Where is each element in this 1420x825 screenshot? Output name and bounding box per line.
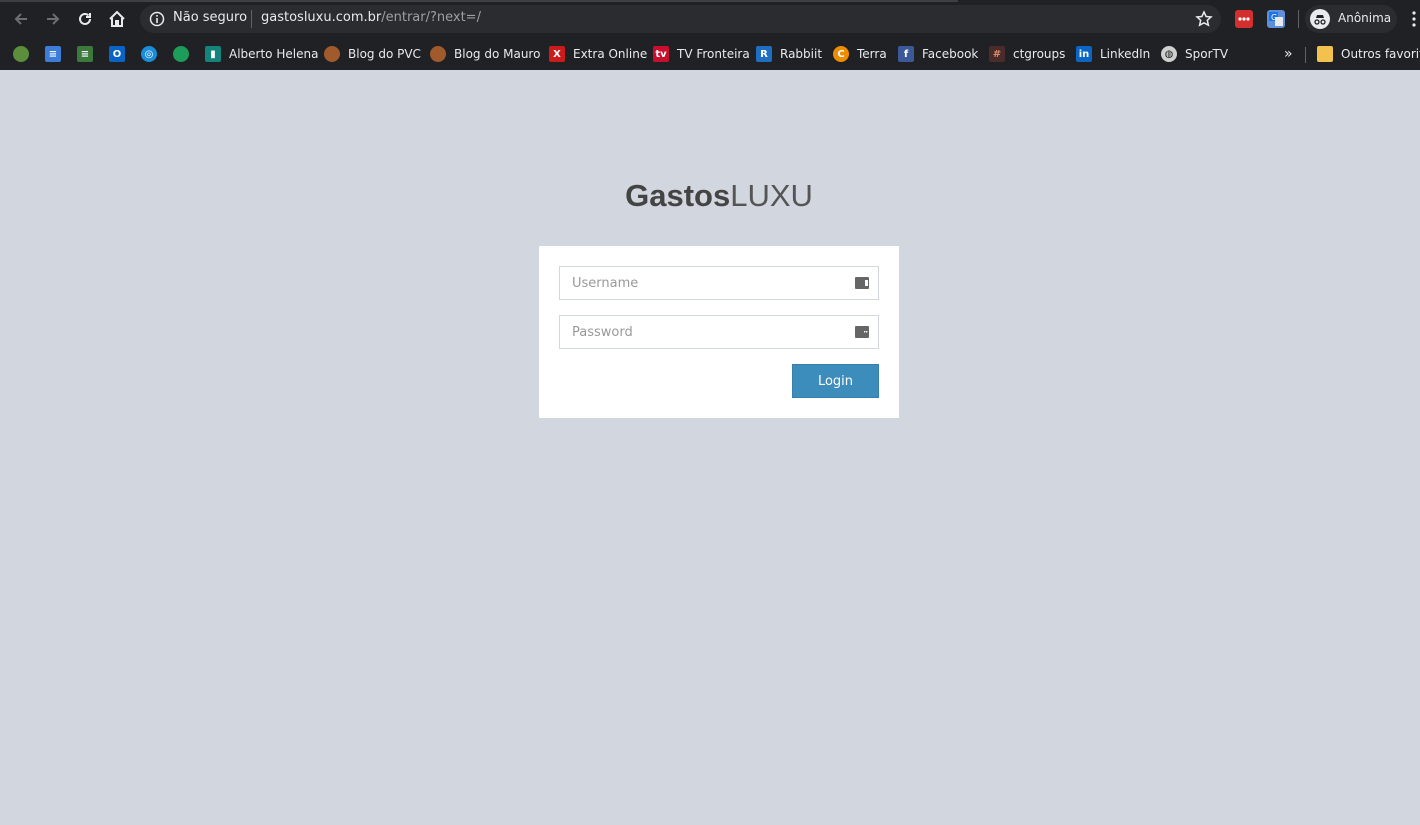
bookmark-item[interactable]: ≡ (77, 44, 93, 64)
bookmark-label: Extra Online (573, 47, 648, 61)
bookmark-rabbiit[interactable]: R Rabbiit (756, 44, 822, 64)
bookmark-alberto-helena[interactable]: ▮ Alberto Helena (205, 44, 318, 64)
outlook-icon: O (109, 46, 125, 62)
bookmark-extra-online[interactable]: X Extra Online (549, 44, 647, 64)
logo-light-text: LUXU (730, 178, 813, 213)
toolbar-divider (1298, 10, 1299, 28)
lastpass-extension-icon[interactable] (1235, 10, 1253, 28)
more-bookmarks-button[interactable]: » (1284, 46, 1293, 62)
bookmark-blog-do-mauro[interactable]: Blog do Mauro (430, 44, 540, 64)
url-host: gastosluxu.com.br (261, 10, 382, 25)
bookmark-item[interactable]: ◎ (141, 44, 157, 64)
password-field[interactable] (559, 315, 879, 349)
info-icon[interactable] (149, 11, 165, 27)
globe-icon: ◍ (1161, 46, 1177, 62)
incognito-icon (1310, 9, 1330, 29)
back-button[interactable] (9, 7, 33, 31)
browser-toolbar: Não seguro gastosluxu.com.br/entrar/?nex… (0, 0, 1420, 38)
site-logo[interactable]: GastosLUXU (0, 178, 1420, 214)
bookmark-terra[interactable]: C Terra (833, 44, 887, 64)
translate-icon: G (1269, 12, 1283, 26)
reload-button[interactable] (73, 7, 97, 31)
address-bar[interactable]: Não seguro gastosluxu.com.br/entrar/?nex… (140, 5, 1221, 33)
bookmark-label: Blog do PVC (348, 47, 421, 61)
bookmark-label: Blog do Mauro (454, 47, 541, 61)
bookmark-label: TV Fronteira (677, 47, 750, 61)
facebook-icon: f (898, 46, 914, 62)
bookmark-label: Rabbiit (780, 47, 823, 61)
dots-icon (1238, 17, 1250, 21)
bookmark-item[interactable] (13, 44, 29, 64)
bookmark-item[interactable]: ≡ (45, 44, 61, 64)
bookmark-label: Terra (857, 47, 887, 61)
extra-icon: X (549, 46, 565, 62)
translate-extension-icon[interactable]: G (1267, 10, 1285, 28)
user-card-icon (855, 277, 869, 289)
bookmark-tv-fronteira[interactable]: tv TV Fronteira (653, 44, 750, 64)
login-form: Login (539, 246, 899, 418)
forward-button[interactable] (41, 7, 65, 31)
url-text[interactable]: gastosluxu.com.br/entrar/?next=/ (261, 10, 481, 25)
flag-icon: ≡ (77, 46, 93, 62)
bookmark-item[interactable]: O (109, 44, 125, 64)
terra-icon: C (833, 46, 849, 62)
rabbiit-icon: R (756, 46, 772, 62)
key-card-icon (855, 326, 869, 338)
bookmark-label: Alberto Helena (229, 47, 319, 61)
bookmark-label: LinkedIn (1100, 47, 1151, 61)
home-button[interactable] (105, 7, 129, 31)
globe-green-icon (173, 46, 189, 62)
bookmark-blog-do-pvc[interactable]: Blog do PVC (324, 44, 421, 64)
arrow-left-icon (14, 13, 27, 25)
football-icon (430, 46, 446, 62)
other-favorites-folder[interactable]: Outros favoritos (1317, 44, 1420, 64)
football-icon (324, 46, 340, 62)
profile-label: Anônima (1338, 11, 1392, 25)
hash-icon: # (989, 46, 1005, 62)
security-status[interactable]: Não seguro (173, 10, 247, 25)
password-input[interactable] (560, 316, 864, 348)
bookmark-facebook[interactable]: f Facebook (898, 44, 978, 64)
bookmark-linkedin[interactable]: in LinkedIn (1076, 44, 1150, 64)
bookmark-label: ctgroups (1013, 47, 1066, 61)
username-field[interactable] (559, 266, 879, 300)
arrow-right-icon (47, 13, 60, 25)
other-favorites-label: Outros favoritos (1341, 47, 1420, 61)
profile-button[interactable]: Anônima (1305, 5, 1397, 33)
kiwi-icon (13, 46, 29, 62)
bookmark-item[interactable] (173, 44, 189, 64)
url-path: /entrar/?next=/ (381, 10, 481, 25)
browser-chrome: Não seguro gastosluxu.com.br/entrar/?nex… (0, 0, 1420, 70)
chat-icon: ≡ (45, 46, 61, 62)
home-icon (109, 10, 125, 27)
bookmark-sportv[interactable]: ◍ SporTV (1161, 44, 1228, 64)
folder-icon (1317, 46, 1333, 62)
bookmark-label: SporTV (1185, 47, 1229, 61)
star-icon[interactable] (1195, 10, 1213, 28)
tvf-icon: tv (653, 46, 669, 62)
bookmarks-divider (1305, 47, 1306, 63)
bookmarks-bar: ≡ ≡ O ◎ ▮ Alberto Helena Blog do PVC Blog… (0, 38, 1420, 70)
linkedin-icon: in (1076, 46, 1092, 62)
bookmark-ctgroups[interactable]: # ctgroups (989, 44, 1065, 64)
more-vert-icon[interactable] (1409, 10, 1419, 28)
logo-bold-text: Gastos (625, 178, 731, 213)
username-input[interactable] (560, 267, 864, 299)
globo-icon: ◎ (141, 46, 157, 62)
omnibox-divider (251, 10, 252, 28)
login-button[interactable]: Login (792, 364, 879, 398)
reload-icon (79, 12, 91, 25)
bookmark-label: Facebook (922, 47, 979, 61)
ah-icon: ▮ (205, 46, 221, 62)
